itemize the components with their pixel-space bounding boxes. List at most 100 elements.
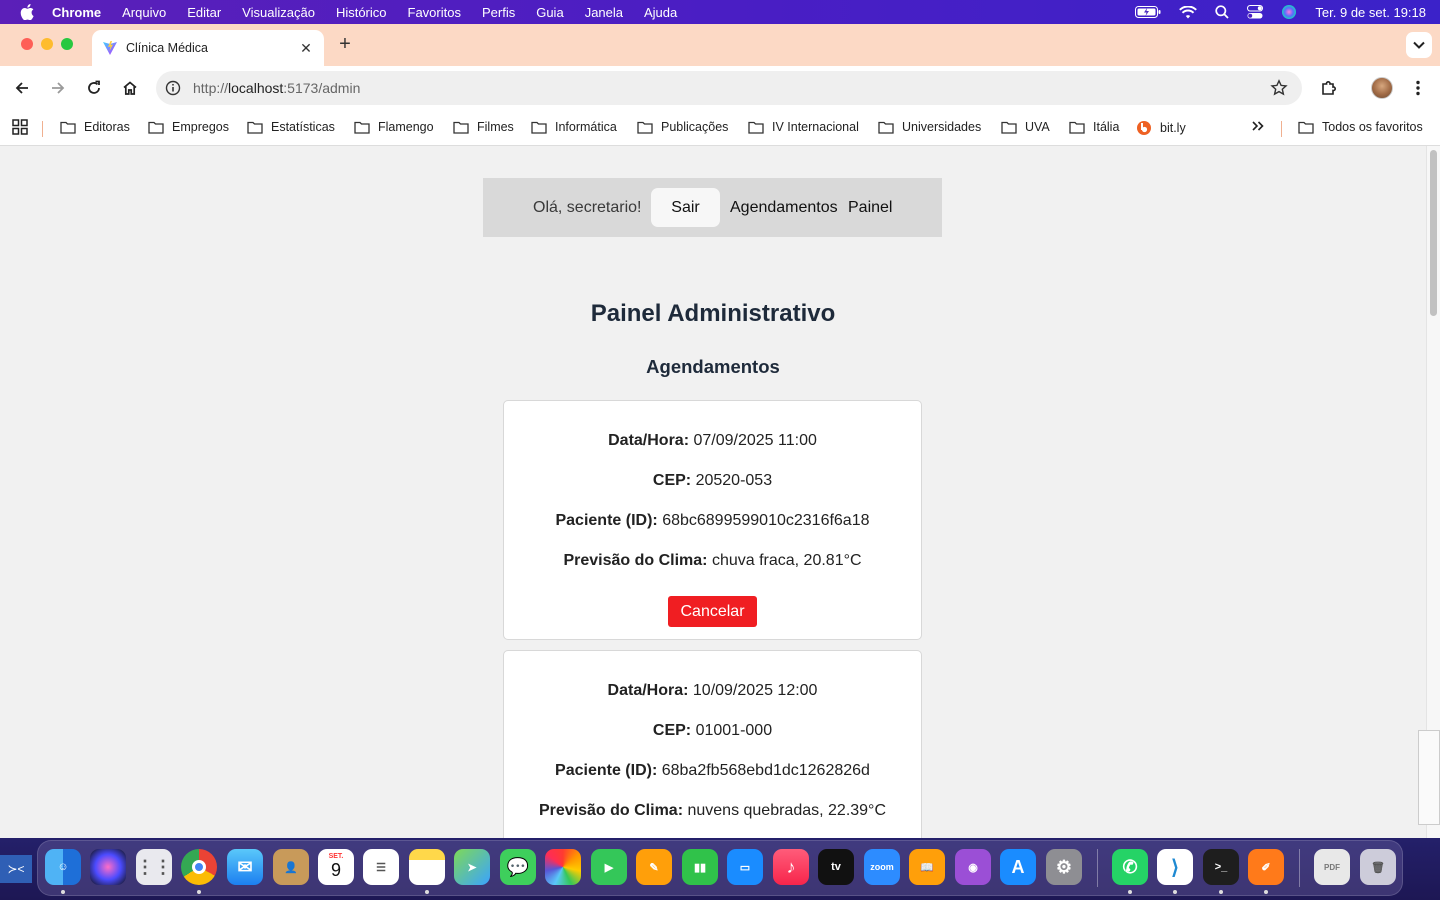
vscode-icon[interactable]: ⟩ <box>1157 849 1193 885</box>
home-button[interactable] <box>118 76 142 100</box>
bookmark-filmes[interactable]: Filmes <box>453 120 514 134</box>
more-bookmarks-button[interactable] <box>1251 119 1265 133</box>
bookmark-flamengo[interactable]: Flamengo <box>354 120 434 134</box>
menu-visualizacao[interactable]: Visualização <box>242 5 315 20</box>
bookmark-editoras[interactable]: Editoras <box>60 120 130 134</box>
pages-icon[interactable]: ✎ <box>636 849 672 885</box>
reload-button[interactable] <box>82 76 106 100</box>
bookmarks-bar: Editoras Empregos Estatísticas Flamengo … <box>0 110 1440 146</box>
maps-icon[interactable]: ➤ <box>454 849 490 885</box>
field-label: CEP: <box>652 472 692 489</box>
folder-icon <box>637 121 653 134</box>
bookmark-star-icon[interactable] <box>1270 79 1288 97</box>
menu-favoritos[interactable]: Favoritos <box>408 5 461 20</box>
system-settings-icon[interactable]: ⚙ <box>1046 849 1082 885</box>
tab-clinica-medica[interactable]: Clínica Médica ✕ <box>92 30 324 66</box>
messages-icon[interactable]: 💬 <box>500 849 536 885</box>
notes-icon[interactable] <box>409 849 445 885</box>
bookmark-label: Filmes <box>477 120 514 134</box>
bookmark-bitly[interactable]: bit.ly <box>1136 120 1186 136</box>
folder-icon <box>1069 121 1085 134</box>
battery-icon[interactable] <box>1135 6 1161 18</box>
tab-strip: Clínica Médica ✕ + <box>0 24 1440 66</box>
window-thumbnail[interactable] <box>1418 730 1440 825</box>
cancel-appointment-button[interactable]: Cancelar <box>668 596 757 627</box>
menu-editar[interactable]: Editar <box>187 5 221 20</box>
podcasts-icon[interactable]: ◉ <box>955 849 991 885</box>
apple-icon[interactable] <box>18 4 36 20</box>
tab-search-button[interactable] <box>1406 32 1432 58</box>
mail-icon[interactable]: ✉ <box>227 849 263 885</box>
whatsapp-icon[interactable]: ✆ <box>1112 849 1148 885</box>
pen-app-icon[interactable]: ✐ <box>1248 849 1284 885</box>
music-icon[interactable]: ♪ <box>773 849 809 885</box>
trash-icon[interactable]: 🗑 <box>1360 849 1396 885</box>
menu-arquivo[interactable]: Arquivo <box>122 5 166 20</box>
chrome-menu-button[interactable] <box>1406 76 1430 100</box>
close-window-button[interactable] <box>21 38 33 50</box>
tab-title: Clínica Médica <box>126 41 208 55</box>
siri-icon[interactable] <box>1281 4 1297 20</box>
logout-button[interactable]: Sair <box>651 188 720 227</box>
vscode-remote-indicator[interactable]: ≻< <box>0 855 32 883</box>
menu-guia[interactable]: Guia <box>536 5 563 20</box>
bookmark-publicacoes[interactable]: Publicações <box>637 120 728 134</box>
chrome-icon[interactable] <box>181 849 217 885</box>
calendar-icon[interactable]: SET. 9 <box>318 849 354 885</box>
books-icon[interactable]: 📖 <box>909 849 945 885</box>
app-store-icon[interactable]: A <box>1000 849 1036 885</box>
folder-icon <box>878 121 894 134</box>
nav-link-agendamentos[interactable]: Agendamentos <box>730 199 838 217</box>
menu-janela[interactable]: Janela <box>585 5 623 20</box>
new-tab-button[interactable]: + <box>335 33 355 55</box>
maximize-window-button[interactable] <box>61 38 73 50</box>
bookmark-informatica[interactable]: Informática <box>531 120 617 134</box>
terminal-icon[interactable]: >_ <box>1203 849 1239 885</box>
menu-perfis[interactable]: Perfis <box>482 5 515 20</box>
control-center-icon[interactable] <box>1247 5 1264 19</box>
field-label: Previsão do Clima: <box>563 552 708 569</box>
address-bar[interactable]: http://localhost:5173/admin <box>156 71 1302 105</box>
profile-avatar[interactable] <box>1371 77 1393 99</box>
siri-app-icon[interactable] <box>90 849 126 885</box>
apps-button[interactable] <box>12 119 28 135</box>
bookmark-iv-internacional[interactable]: IV Internacional <box>748 120 859 134</box>
wifi-icon[interactable] <box>1179 5 1198 19</box>
bookmark-italia[interactable]: Itália <box>1069 120 1119 134</box>
bookmark-uva[interactable]: UVA <box>1001 120 1050 134</box>
bookmark-estatisticas[interactable]: Estatísticas <box>247 120 335 134</box>
launchpad-icon[interactable]: ⋮⋮ <box>136 849 172 885</box>
bookmark-universidades[interactable]: Universidades <box>878 120 981 134</box>
apple-tv-icon[interactable]: tv <box>818 849 854 885</box>
photos-icon[interactable] <box>545 849 581 885</box>
search-icon[interactable] <box>1215 5 1230 19</box>
nav-link-painel[interactable]: Painel <box>848 199 892 217</box>
minimize-window-button[interactable] <box>41 38 53 50</box>
zoom-icon[interactable]: zoom <box>864 849 900 885</box>
all-bookmarks-folder[interactable]: Todos os favoritos <box>1298 120 1423 134</box>
running-indicator <box>197 890 201 894</box>
menu-historico[interactable]: Histórico <box>336 5 387 20</box>
extensions-button[interactable] <box>1317 76 1341 100</box>
bookmark-empregos[interactable]: Empregos <box>148 120 229 134</box>
menu-ajuda[interactable]: Ajuda <box>644 5 677 20</box>
menubar-clock[interactable]: Ter. 9 de set. 19:18 <box>1315 5 1426 20</box>
facetime-icon[interactable]: ▶ <box>591 849 627 885</box>
bookmark-label: Informática <box>555 120 617 134</box>
pdf-document-icon[interactable]: PDF <box>1314 849 1350 885</box>
finder-icon[interactable]: ☺ <box>45 849 81 885</box>
folder-icon <box>60 121 76 134</box>
url-text[interactable]: http://localhost:5173/admin <box>193 80 360 96</box>
browser-window: Clínica Médica ✕ + http://localhost:5173… <box>0 24 1440 838</box>
keynote-icon[interactable]: ▭ <box>727 849 763 885</box>
close-tab-icon[interactable]: ✕ <box>298 40 314 56</box>
back-button[interactable] <box>10 76 34 100</box>
site-info-icon[interactable] <box>165 80 181 96</box>
calendar-day: 9 <box>330 860 341 880</box>
numbers-icon[interactable]: ▮▮ <box>682 849 718 885</box>
forward-button[interactable] <box>46 76 70 100</box>
menu-app-name[interactable]: Chrome <box>52 5 101 20</box>
reminders-icon[interactable]: ☰ <box>363 849 399 885</box>
scrollbar-thumb[interactable] <box>1430 150 1437 316</box>
contacts-icon[interactable]: 👤 <box>273 849 309 885</box>
